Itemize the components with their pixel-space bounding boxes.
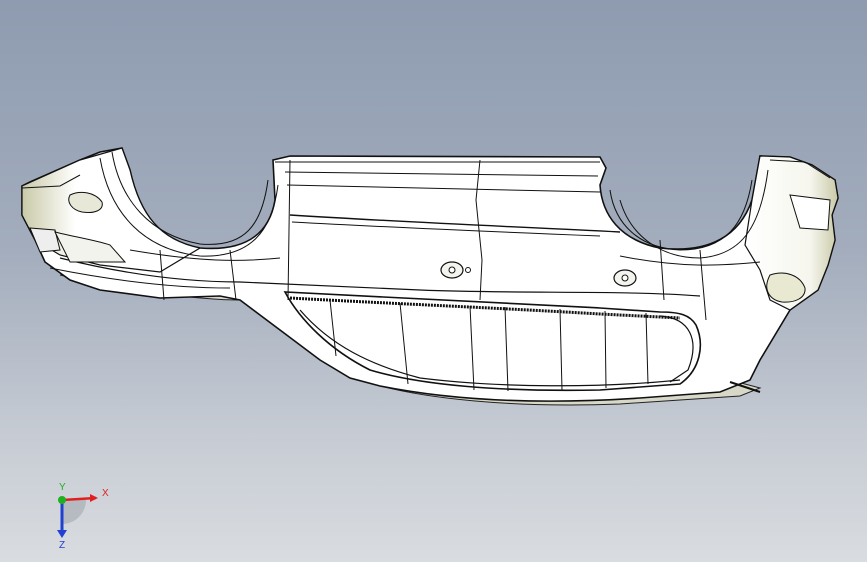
left-lamp-recess — [29, 227, 61, 253]
x-axis-arrowhead — [90, 494, 98, 502]
z-axis-arrowhead — [57, 530, 67, 538]
graphics-viewport[interactable]: X Y Z — [0, 0, 867, 562]
y-axis-dot — [58, 496, 66, 504]
z-axis-label: Z — [59, 540, 65, 550]
bumper-model[interactable] — [0, 0, 867, 562]
tow-hook-cover-right — [613, 269, 637, 287]
triad-shadow — [62, 500, 86, 524]
coordinate-triad: X Y Z — [57, 482, 109, 550]
x-axis-label: X — [102, 488, 109, 499]
y-axis-label: Y — [59, 482, 66, 493]
